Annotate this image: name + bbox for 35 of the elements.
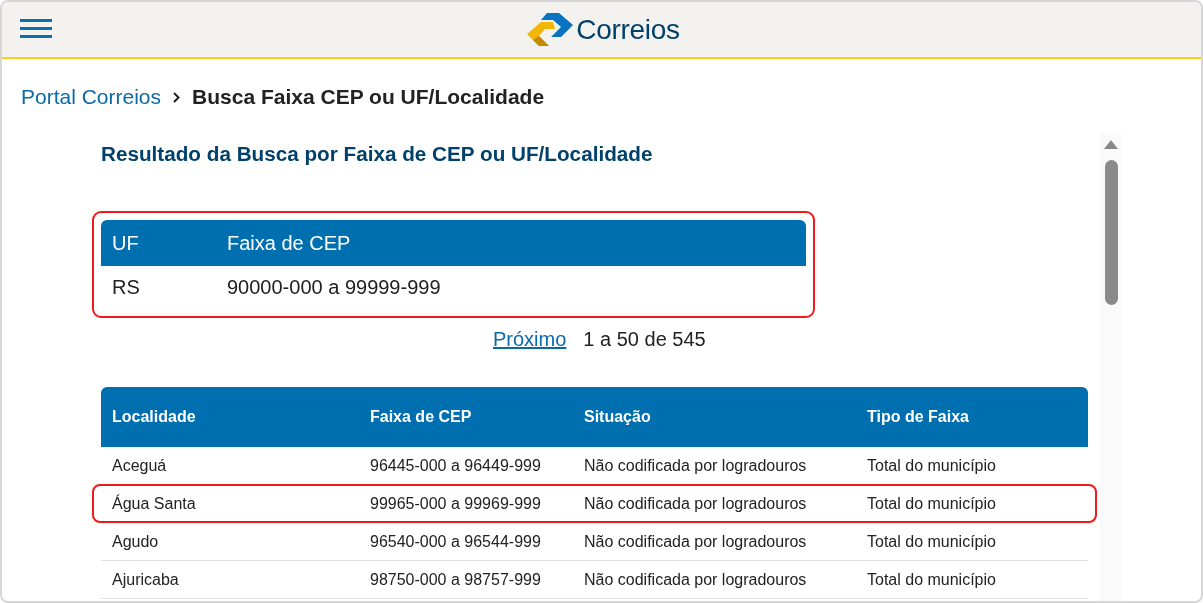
table-cell-text: Aceguá: [111, 456, 168, 475]
table-cell-text: Total do município: [866, 456, 997, 475]
breadcrumb-current: Busca Faixa CEP ou UF/Localidade: [192, 85, 545, 109]
table-cell-text: Total do município: [866, 570, 997, 589]
column-header: Tipo de Faixa: [866, 408, 970, 426]
table-cell-text: Não codificada por logradouros: [583, 494, 808, 513]
scrollbar-thumb[interactable]: [1104, 160, 1118, 305]
breadcrumb-link[interactable]: Portal Correios: [21, 85, 162, 109]
logo-icon: [527, 13, 574, 46]
table-cell-text: Ajuricaba: [111, 570, 180, 589]
chevron-icon: [173, 91, 181, 103]
table-cell-text: Não codificada por logradouros: [583, 456, 808, 475]
table-cell-text: 96540-000 a 96544-999: [369, 532, 542, 551]
column-header: UF: [111, 231, 140, 255]
table-cell-text: Não codificada por logradouros: [583, 532, 808, 551]
table-cell-text: Água Santa: [111, 494, 197, 513]
table-cell-text: Total do município: [866, 532, 997, 551]
table-cell-text: 98750-000 a 98757-999: [369, 570, 542, 589]
table-cell-text: 96445-000 a 96449-999: [369, 456, 542, 475]
column-header: Situação: [583, 408, 652, 426]
table-cell-text: Total do município: [866, 494, 997, 513]
menu-icon[interactable]: [20, 19, 52, 38]
column-header: Faixa de CEP: [369, 408, 473, 426]
table-cell-text: 99965-000 a 99969-999: [369, 494, 542, 513]
column-header: Faixa de CEP: [226, 231, 352, 255]
logo-text: Correios: [576, 13, 680, 46]
page-title: Resultado da Busca por Faixa de CEP ou UF/Localidade: [101, 141, 654, 167]
table-cell-text: Agudo: [111, 532, 160, 551]
table-cell-text: Não codificada por logradouros: [583, 570, 808, 589]
table-cell-text: RS: [111, 276, 141, 299]
scroll-up-arrow-icon[interactable]: [1104, 140, 1118, 149]
result-range: 1 a 50 de 545: [583, 327, 706, 351]
table-cell-text: 90000-000 a 99999-999: [226, 276, 442, 299]
next-page-link[interactable]: Próximo: [493, 327, 567, 351]
column-header: Localidade: [111, 408, 197, 426]
